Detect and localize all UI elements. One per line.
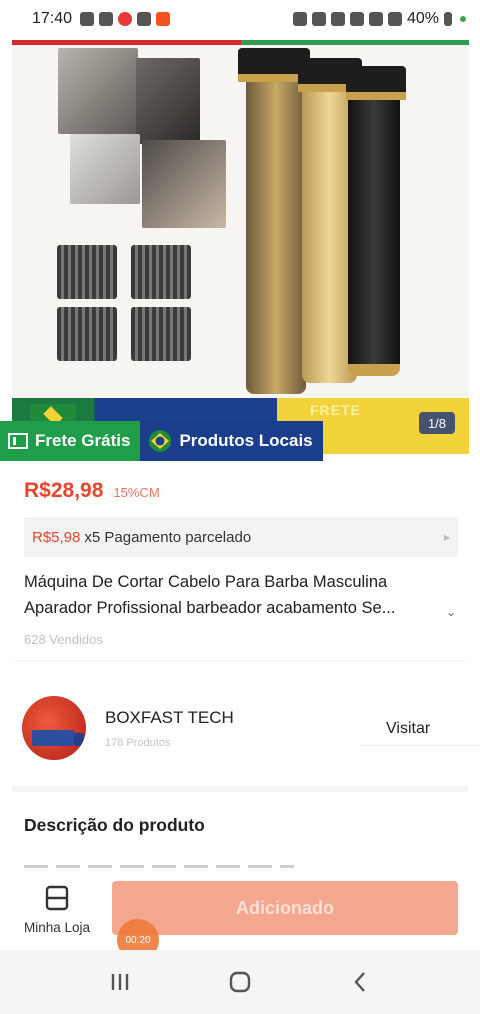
battery-icon: [444, 12, 452, 26]
home-icon[interactable]: [220, 962, 260, 1002]
gallery-icon: [137, 12, 152, 26]
trimmer-black: [348, 70, 400, 376]
system-nav-bar: [0, 950, 480, 1014]
product-price: R$28,98: [24, 479, 104, 502]
battery-percent: 40%: [406, 10, 439, 27]
visit-store-button[interactable]: Visitar: [386, 720, 430, 738]
truck-icon: [8, 432, 28, 450]
store-card[interactable]: BOXFAST TECH 178 Produtos Visitar: [20, 693, 480, 765]
chevron-right-icon: ▸: [443, 530, 450, 544]
shipping-badges: Frete Grátis Produtos Locais: [0, 421, 323, 461]
installment-amount: R$5,98: [32, 528, 81, 546]
store-product-count: 178 Produtos: [105, 737, 171, 749]
divider: [14, 660, 466, 661]
status-bar: 17:40 40%: [0, 0, 480, 38]
mute-icon: [330, 12, 345, 26]
store-avatar[interactable]: [22, 696, 86, 760]
back-icon[interactable]: [340, 962, 380, 1002]
discount-label: 15%CM: [113, 485, 160, 500]
notification-icons: [80, 12, 171, 26]
expand-chevron-icon[interactable]: ⌄: [446, 599, 456, 625]
sold-count: 628 Vendidos: [24, 632, 103, 647]
haircut-photos: [56, 48, 236, 238]
wifi-icon: [349, 12, 364, 26]
installment-text: x5 Pagamento parcelado: [84, 528, 252, 546]
notification-icon: [99, 12, 114, 26]
price-row: R$28,98 15%CM: [24, 479, 160, 503]
local-products-badge: Produtos Locais: [140, 421, 323, 461]
product-title[interactable]: Máquina De Cortar Cabelo Para Barba Masc…: [24, 569, 464, 621]
bottom-action-bar: Minha Loja Adicionado 00:20: [0, 872, 480, 961]
add-to-cart-button[interactable]: Adicionado: [112, 881, 458, 935]
section-divider: [12, 786, 468, 792]
privacy-dot: [460, 16, 466, 22]
store-icon: [44, 884, 70, 917]
status-time: 17:40: [32, 10, 73, 27]
dnd-icon: [387, 12, 402, 26]
brazil-flag-icon: [148, 429, 172, 453]
description-heading: Descrição do produto: [24, 815, 205, 835]
comb-attachments: [57, 245, 197, 365]
store-name[interactable]: BOXFAST TECH: [105, 708, 234, 728]
alarm-icon: [311, 12, 326, 26]
notification-icon: [80, 12, 95, 26]
free-shipping-badge: Frete Grátis: [0, 421, 141, 461]
lock-icon: [292, 12, 307, 26]
image-counter: 1/8: [419, 412, 455, 434]
notification-icon: [118, 12, 133, 26]
my-store-tab[interactable]: Minha Loja: [20, 884, 94, 935]
recent-apps-icon[interactable]: [100, 962, 140, 1002]
installment-row[interactable]: R$5,98 x5 Pagamento parcelado ▸: [24, 517, 458, 557]
video-icon: [156, 12, 171, 26]
signal-icon: [368, 12, 383, 26]
product-image-gallery[interactable]: FRETE 1/8: [12, 40, 469, 454]
system-icons: 40%: [292, 10, 466, 28]
trimmer-bronze: [246, 58, 306, 394]
description-preview: [24, 858, 324, 872]
